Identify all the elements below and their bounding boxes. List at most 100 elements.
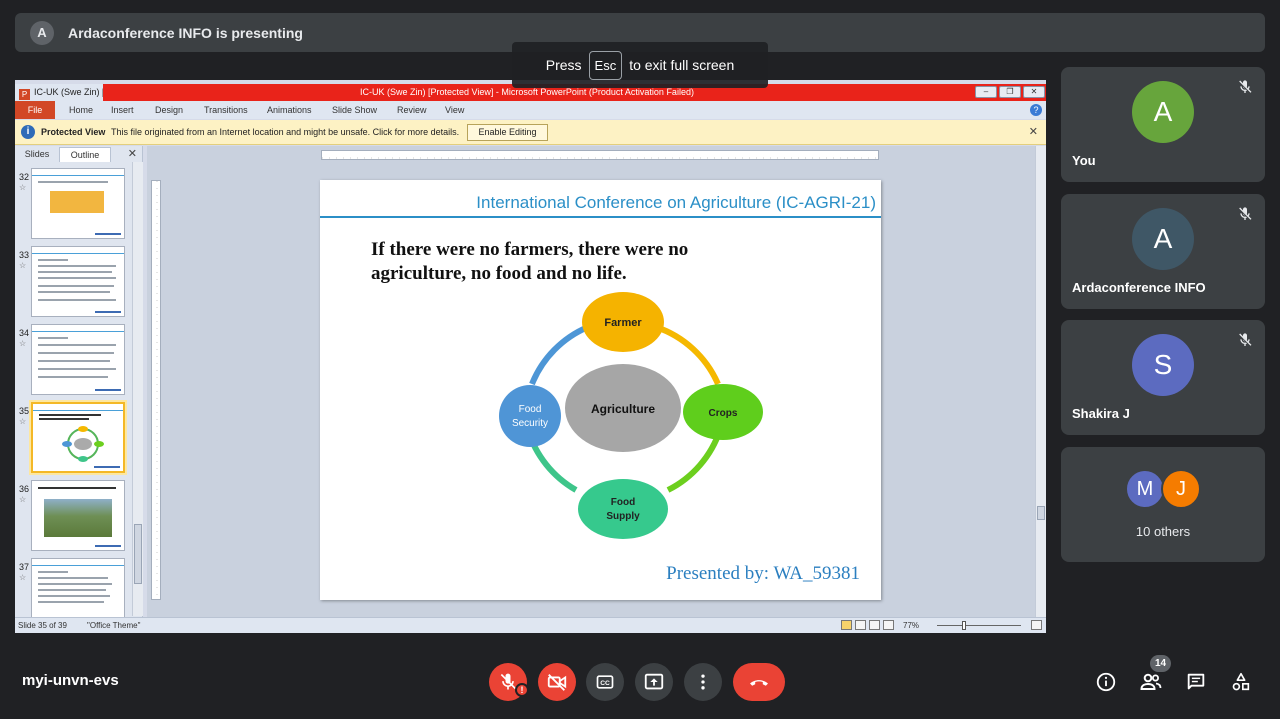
restore-icon[interactable]: ❐ (999, 86, 1021, 98)
star-icon: ☆ (19, 261, 27, 270)
quote-line-1: If there were no farmers, there were no (371, 239, 689, 260)
chat-icon (1187, 673, 1205, 690)
powerpoint-icon: P (19, 89, 30, 100)
mic-toggle-button[interactable]: ! (489, 663, 529, 701)
zoom-slider-thumb[interactable] (962, 621, 966, 630)
slide-thumbnail-36[interactable] (31, 480, 125, 551)
slide-thumbnail-37[interactable] (31, 558, 125, 617)
slide-sorter-icon[interactable] (855, 620, 866, 630)
presenter-avatar: A (30, 20, 54, 45)
esc-key: Esc (588, 50, 623, 80)
meeting-code: myi-unvn-evs (22, 672, 119, 689)
protected-view-bar: i Protected View This file originated fr… (15, 120, 1046, 145)
camera-off-icon (547, 674, 567, 691)
thumb-number: 36 (19, 484, 30, 494)
slide-thumbnail-33[interactable] (31, 246, 125, 317)
close-panel-icon[interactable]: ✕ (128, 147, 137, 160)
menu-transitions[interactable]: Transitions (204, 101, 248, 119)
info-icon (1096, 672, 1116, 692)
thumb-number: 34 (19, 328, 30, 338)
svg-text:CC: CC (600, 680, 610, 687)
theme-name: "Office Theme" (87, 621, 141, 630)
menu-view[interactable]: View (445, 101, 464, 119)
camera-toggle-button[interactable] (538, 663, 576, 701)
avatar: A (1132, 81, 1194, 143)
reading-view-icon[interactable] (869, 620, 880, 630)
avatar: A (1132, 208, 1194, 270)
menu-slide-show[interactable]: Slide Show (332, 101, 377, 119)
label-food-supply-2: Supply (606, 511, 640, 522)
normal-view-icon[interactable] (841, 620, 852, 630)
tab-slides[interactable]: Slides (19, 147, 55, 162)
tab-outline[interactable]: Outline (59, 147, 111, 162)
more-vert-icon (701, 674, 705, 690)
zoom-slider[interactable] (937, 625, 1021, 626)
captions-button[interactable]: CC (586, 663, 624, 701)
slide-quote: If there were no farmers, there were no … (371, 238, 771, 286)
horizontal-ruler (321, 150, 879, 160)
minimize-icon[interactable]: – (975, 86, 997, 98)
protected-view-message[interactable]: This file originated from an Internet lo… (111, 120, 459, 145)
warning-icon: ! (515, 683, 529, 697)
slide-thumbnail-34[interactable] (31, 324, 125, 395)
thumb-number: 33 (19, 250, 30, 260)
slide-title: International Conference on Agriculture … (476, 193, 876, 212)
participant-tile-ardaconference[interactable]: A Ardaconference INFO (1061, 194, 1265, 309)
label-crops: Crops (709, 408, 738, 419)
people-button[interactable] (1139, 670, 1163, 694)
leave-call-button[interactable] (733, 663, 785, 701)
label-food-security-2: Security (512, 418, 548, 429)
slide-thumbnail-35-selected[interactable] (31, 402, 125, 473)
menu-review[interactable]: Review (397, 101, 427, 119)
activities-button[interactable] (1229, 670, 1253, 694)
fullscreen-hint: Press Esc to exit full screen (512, 42, 768, 88)
fit-to-window-icon[interactable] (1031, 620, 1042, 630)
slide-scrollbar[interactable] (1035, 146, 1046, 617)
participant-name: Ardaconference INFO (1072, 280, 1206, 295)
captions-icon: CC (596, 675, 614, 689)
panel-tabs: Slides Outline ✕ (15, 146, 142, 162)
star-icon: ☆ (19, 573, 27, 582)
label-farmer: Farmer (604, 317, 642, 329)
agriculture-cycle-diagram: Agriculture Farmer Crops Food Supply Foo… (499, 292, 763, 539)
menu-insert[interactable]: Insert (111, 101, 134, 119)
slide-thumbnail-32[interactable] (31, 168, 125, 239)
avatar: J (1161, 469, 1201, 509)
more-options-button[interactable] (684, 663, 722, 701)
slide-thumbnails-panel: Slides Outline ✕ 32 ☆ 33 ☆ 34 ☆ 35 ☆ 36 … (15, 146, 143, 617)
arc-crops-supply (666, 429, 723, 493)
vertical-ruler (151, 180, 161, 600)
menu-animations[interactable]: Animations (267, 101, 312, 119)
thumb-number: 32 (19, 172, 30, 182)
slide-counter: Slide 35 of 39 (18, 621, 67, 630)
menu-design[interactable]: Design (155, 101, 183, 119)
close-icon[interactable]: ✕ (1023, 86, 1045, 98)
meeting-details-button[interactable] (1094, 670, 1118, 694)
ppt-ribbon-tabs: File Home Insert Design Transitions Anim… (15, 101, 1046, 119)
menu-file[interactable]: File (15, 101, 55, 119)
thumbnail-scrollbar[interactable] (132, 162, 143, 616)
star-icon: ☆ (19, 417, 27, 426)
title-rule (320, 216, 881, 218)
menu-home[interactable]: Home (69, 101, 93, 119)
close-bar-icon[interactable]: ✕ (1029, 120, 1038, 145)
mic-off-icon (1238, 333, 1252, 347)
participant-name: Shakira J (1072, 406, 1130, 421)
slideshow-view-icon[interactable] (883, 620, 894, 630)
node-food-supply (578, 479, 668, 539)
present-now-button[interactable] (635, 663, 673, 701)
present-screen-icon (644, 673, 664, 690)
participant-tile-others[interactable]: M J 10 others (1061, 447, 1265, 562)
help-icon[interactable]: ? (1030, 104, 1042, 116)
participant-tile-shakira[interactable]: S Shakira J (1061, 320, 1265, 435)
ppt-title-left: IC-UK (Swe Zin) [I (34, 87, 103, 97)
current-slide: International Conference on Agriculture … (320, 180, 881, 600)
avatar: S (1132, 334, 1194, 396)
mic-off-icon (1238, 207, 1252, 221)
chat-button[interactable] (1184, 670, 1208, 694)
thumb-number: 37 (19, 562, 30, 572)
participant-tile-you[interactable]: A You (1061, 67, 1265, 182)
presenting-text: Ardaconference INFO is presenting (68, 24, 303, 41)
activities-icon (1232, 672, 1250, 691)
enable-editing-button[interactable]: Enable Editing (467, 124, 548, 141)
